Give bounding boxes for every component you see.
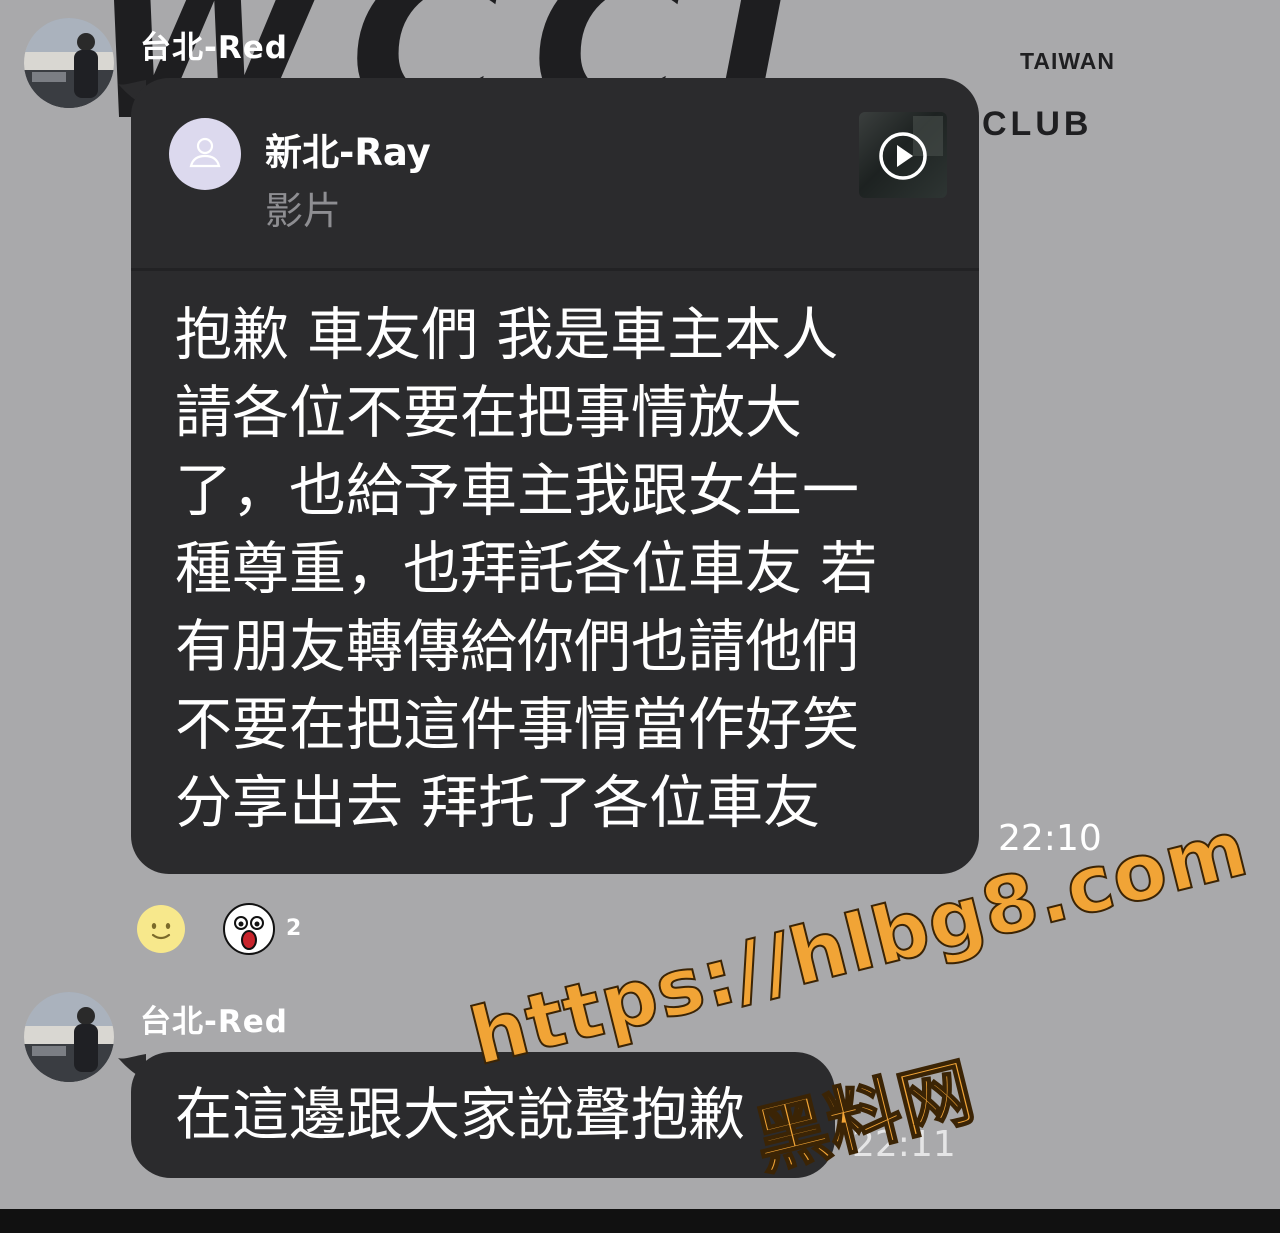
message-line: 分享出去 拜托了各位車友 [175,770,821,836]
bottom-bar [0,1209,1280,1233]
sender-avatar[interactable] [24,18,114,108]
reply-avatar [169,118,241,190]
reply-preview[interactable]: 新北-Ray 影片 [131,78,979,271]
reaction-shocked[interactable]: 2 [222,902,301,960]
sender-name: 台北-Red [140,30,288,66]
sender-avatar[interactable] [24,992,114,1082]
user-icon [189,137,221,168]
background-logo-club: CLUB [982,105,1093,143]
reply-type-label: 影片 [265,189,342,233]
reaction-smiley[interactable] [136,904,186,958]
sender-name: 台北-Red [140,1004,288,1040]
smiley-face-icon [137,905,185,953]
message-line: 不要在把這件事情當作好笑 [175,692,859,758]
message-bubble[interactable]: 新北-Ray 影片 抱歉 車友們 我是車主本人 請各位不要在把事情放大 了，也給… [131,78,979,874]
message-line: 有朋友轉傳給你們也請他們 [175,614,859,680]
message-line: 種尊重，也拜託各位車友 若 [175,536,878,602]
shocked-face-icon [223,903,275,955]
message-text: 抱歉 車友們 我是車主本人 請各位不要在把事情放大 了，也給予車主我跟女生一 種… [175,296,877,842]
reaction-count: 2 [286,916,302,941]
video-thumbnail[interactable] [859,112,947,198]
background-logo-region: TAIWAN [1020,48,1116,74]
message-line: 抱歉 車友們 我是車主本人 [175,302,839,368]
message-line: 了，也給予車主我跟女生一 [175,458,859,524]
message-line: 請各位不要在把事情放大 [175,380,802,446]
reply-sender-name: 新北-Ray [265,131,431,174]
message-text: 在這邊跟大家說聲抱歉 [175,1082,745,1148]
